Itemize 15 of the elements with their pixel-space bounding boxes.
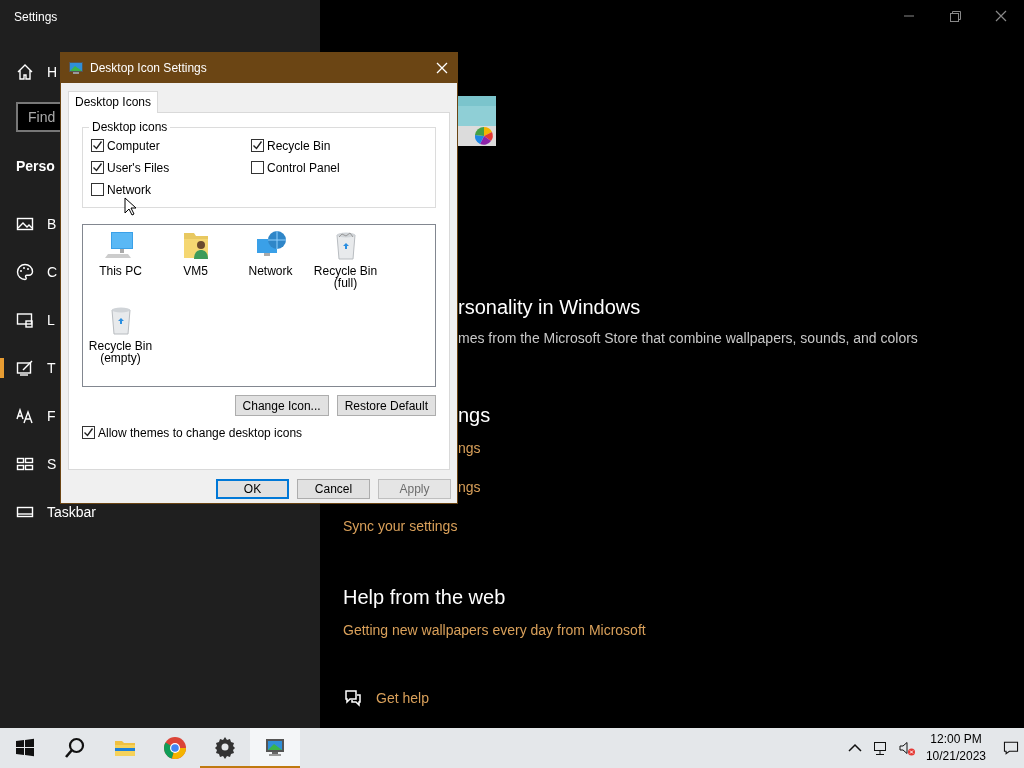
icon-label: Network <box>247 265 294 277</box>
icon-label: This PC <box>98 265 143 277</box>
icon-label: Recycle Bin (full) <box>312 265 379 289</box>
section-heading: ngs <box>458 404 492 428</box>
dialog-title: Desktop Icon Settings <box>90 61 208 75</box>
description-text: mes from the Microsoft Store that combine wallpapers, sounds, and colors <box>458 330 919 348</box>
section-heading: Help from the web <box>343 586 507 610</box>
section-heading: rsonality in Windows <box>458 296 642 320</box>
clock-date: 10/21/2023 <box>925 748 986 765</box>
clock-time: 12:00 PM <box>930 731 982 748</box>
icon-label: Recycle Bin (empty) <box>87 340 154 364</box>
window-title: Settings <box>13 9 59 26</box>
icon-label: VM5 <box>182 265 209 277</box>
section-title: Perso <box>16 158 55 174</box>
group-title: Desktop icons <box>89 120 171 134</box>
